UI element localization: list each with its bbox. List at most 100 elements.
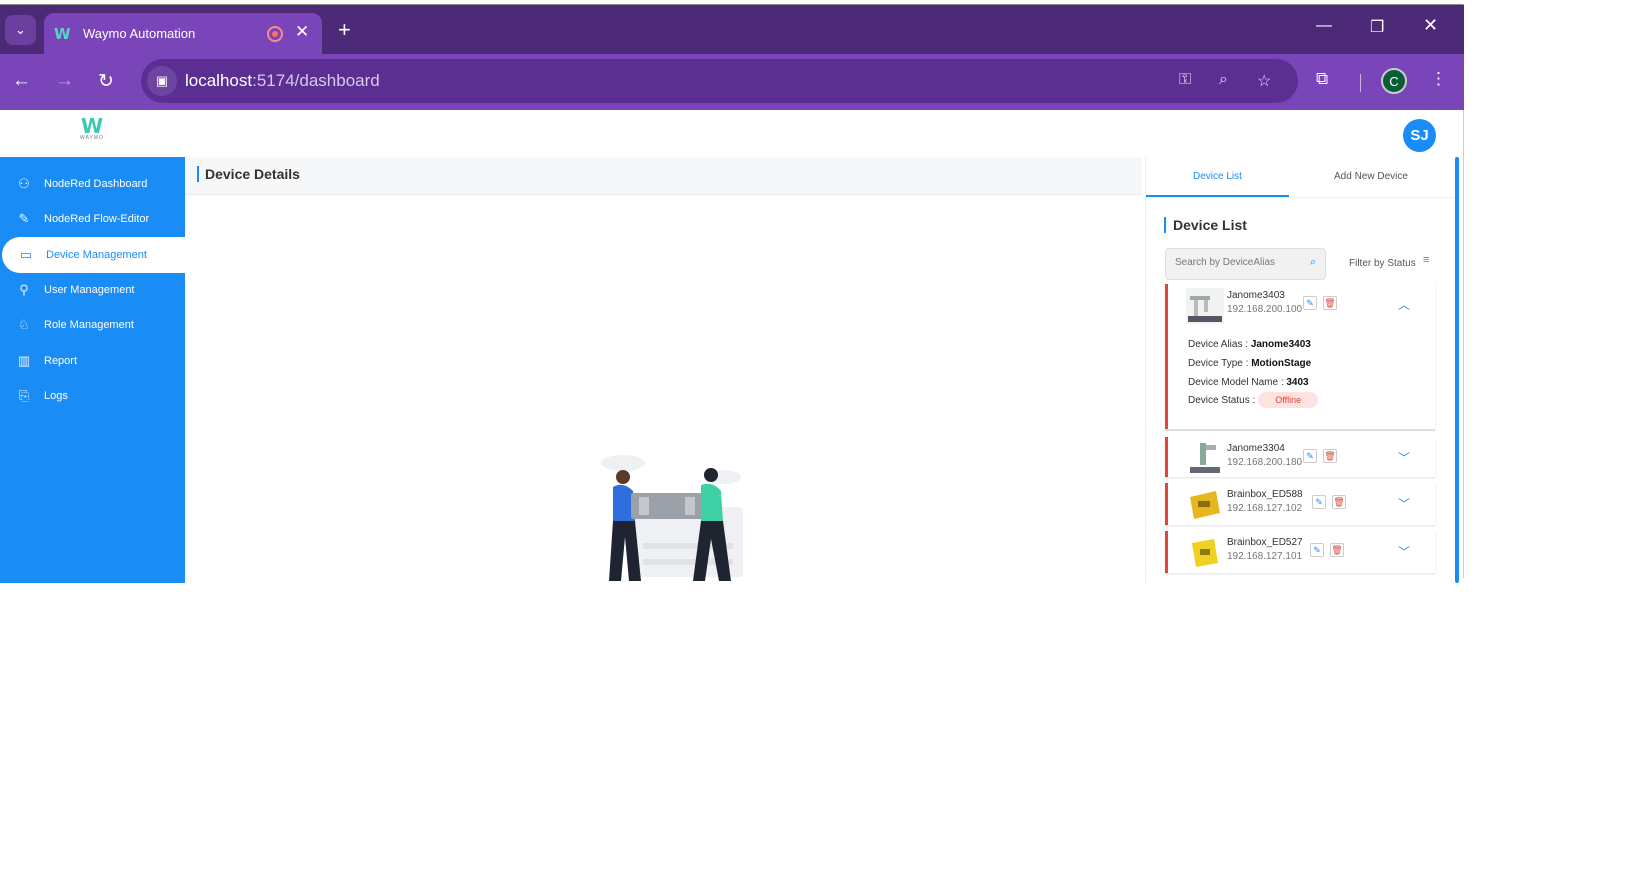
sitemap-icon: ⚇	[18, 176, 30, 191]
browser-window: ⌄ W Waymo Automation ✕ + — ❐ ✕ ← → ↻ ▣ l…	[0, 4, 1464, 583]
forward-icon[interactable]: →	[55, 70, 74, 92]
sidebar-item-label: User Management	[44, 284, 135, 296]
bookmark-star-icon[interactable]: ☆	[1257, 71, 1271, 91]
sidebar-item-user-management[interactable]: ⚲ User Management	[0, 272, 185, 308]
reload-icon[interactable]: ↻	[98, 70, 114, 93]
device-type-row: Device Type : MotionStage	[1188, 358, 1312, 369]
window-close-icon[interactable]: ✕	[1423, 15, 1438, 36]
chevron-down-icon[interactable]: ﹀	[1398, 543, 1410, 560]
scrollbar[interactable]	[1455, 157, 1459, 583]
user-avatar[interactable]: SJ	[1403, 119, 1436, 152]
sidebar-item-label: Logs	[44, 390, 68, 402]
waymo-logo-icon: W	[80, 114, 104, 138]
edit-icon[interactable]: ✎	[1303, 296, 1317, 310]
device-item[interactable]: Janome3403 192.168.200.100 ✎ 🗑 ︿ Device …	[1165, 284, 1435, 429]
device-model-row: Device Model Name : 3403	[1188, 377, 1309, 388]
chevron-down-icon[interactable]: ﹀	[1398, 495, 1410, 512]
sidebar-item-nodered-dashboard[interactable]: ⚇ NodeRed Dashboard	[0, 166, 185, 202]
tab-bar: ⌄ W Waymo Automation ✕ + — ❐ ✕	[0, 5, 1464, 54]
sidebar-item-report[interactable]: ▥ Report	[0, 343, 185, 379]
panel-tabs: Device List Add New Device	[1146, 157, 1454, 198]
new-tab-button[interactable]: +	[338, 17, 351, 43]
device-item[interactable]: Brainbox_ED527 192.168.127.101 ✎ 🗑 ﹀	[1165, 531, 1435, 573]
profile-avatar[interactable]: C	[1381, 68, 1407, 94]
device-thumbnail	[1190, 491, 1220, 519]
device-details-panel: Device Details	[185, 157, 1142, 583]
active-tab-indicator	[1146, 195, 1289, 197]
sidebar-item-label: Report	[44, 355, 78, 367]
device-name: Brainbox_ED527	[1227, 537, 1303, 548]
delete-icon[interactable]: 🗑	[1323, 449, 1337, 463]
sidebar-item-label: NodeRed Dashboard	[44, 178, 148, 190]
device-ip: 192.168.127.102	[1227, 503, 1303, 514]
device-search[interactable]: ⌕	[1165, 248, 1326, 280]
filter-icon[interactable]: ≡	[1423, 254, 1429, 266]
sidebar-item-label: Device Management	[46, 249, 147, 261]
search-input[interactable]	[1175, 257, 1305, 268]
site-info-icon[interactable]: ▣	[147, 66, 177, 96]
zoom-icon[interactable]: ⌕	[1219, 71, 1228, 89]
chevron-down-icon[interactable]: ﹀	[1398, 449, 1410, 466]
monitor-icon: ▭	[19, 247, 33, 262]
back-icon[interactable]: ←	[12, 70, 31, 92]
chevron-up-icon[interactable]: ︿	[1398, 296, 1410, 313]
sidebar-item-logs[interactable]: ⎘ Logs	[0, 378, 185, 414]
device-item[interactable]: Brainbox_ED588 192.168.127.102 ✎ 🗑 ﹀	[1165, 483, 1435, 525]
edit-icon[interactable]: ✎	[1312, 495, 1326, 509]
status-badge: Offline	[1258, 392, 1319, 408]
device-ip: 192.168.200.180	[1227, 457, 1303, 468]
sidebar-item-label: Role Management	[44, 319, 134, 331]
user-manage-icon: ⚲	[19, 282, 29, 297]
device-thumbnail	[1186, 288, 1224, 324]
tab-close-icon[interactable]: ✕	[295, 22, 309, 42]
sidebar-item-role-management[interactable]: ♘ Role Management	[0, 307, 185, 343]
restore-icon[interactable]: ❐	[1370, 17, 1384, 37]
flow-edit-icon: ✎	[18, 211, 30, 226]
browser-toolbar: ← → ↻ ▣ localhost:5174/dashboard ⚿ ⌕ ☆ ⧉…	[0, 54, 1464, 110]
device-item[interactable]: Janome3304 192.168.200.180 ✎ 🗑 ﹀	[1165, 437, 1435, 477]
browser-tab[interactable]: W Waymo Automation ✕	[44, 13, 322, 54]
device-name: Janome3304	[1227, 443, 1285, 454]
password-key-icon[interactable]: ⚿	[1179, 71, 1191, 89]
chart-icon: ▥	[17, 353, 31, 368]
divider	[1165, 429, 1435, 431]
url-text[interactable]: localhost:5174/dashboard	[185, 71, 380, 91]
sidebar: ⚇ NodeRed Dashboard ✎ NodeRed Flow-Edito…	[0, 157, 187, 583]
edit-icon[interactable]: ✎	[1303, 449, 1317, 463]
role-icon: ♘	[18, 317, 30, 332]
page-title: Device Details	[197, 166, 300, 182]
sidebar-item-nodered-flow-editor[interactable]: ✎ NodeRed Flow-Editor	[0, 201, 185, 237]
delete-icon[interactable]: 🗑	[1323, 296, 1337, 310]
tab-add-new-device[interactable]: Add New Device	[1334, 171, 1408, 182]
sidebar-item-label: NodeRed Flow-Editor	[44, 213, 150, 225]
sidebar-item-device-management[interactable]: ▭ Device Management	[2, 237, 187, 273]
device-status-row: Device Status : Offline	[1188, 392, 1319, 408]
delete-icon[interactable]: 🗑	[1330, 543, 1344, 557]
logs-icon: ⎘	[18, 388, 30, 403]
edit-icon[interactable]: ✎	[1310, 543, 1324, 557]
waymo-logo[interactable]: W WAYMO	[78, 114, 106, 141]
extensions-icon[interactable]: ⧉	[1316, 69, 1328, 89]
details-header: Device Details	[185, 157, 1142, 195]
tab-device-list[interactable]: Device List	[1193, 171, 1242, 182]
search-icon[interactable]: ⌕	[1310, 256, 1316, 269]
address-bar[interactable]: ▣ localhost:5174/dashboard ⚿ ⌕ ☆	[141, 59, 1298, 103]
waymo-favicon-icon: W	[54, 25, 71, 43]
app-root: W WAYMO SJ ⚇ NodeRed Dashboard ✎ NodeRed…	[0, 111, 1463, 583]
device-list-panel: Device List Add New Device Device List ⌕…	[1145, 157, 1454, 583]
filter-by-status[interactable]: Filter by Status	[1349, 258, 1416, 269]
tab-title: Waymo Automation	[83, 26, 196, 41]
browser-menu-icon[interactable]: ⋮	[1430, 69, 1447, 89]
device-name: Brainbox_ED588	[1227, 489, 1303, 500]
app-header: W WAYMO SJ	[0, 111, 1463, 157]
device-alias-row: Device Alias : Janome3403	[1188, 339, 1311, 350]
device-name: Janome3403	[1227, 290, 1285, 301]
toolbar-divider	[1360, 74, 1361, 92]
empty-state-illustration	[583, 447, 753, 583]
tab-search-dropdown-icon[interactable]: ⌄	[5, 15, 36, 45]
device-thumbnail	[1192, 539, 1218, 567]
minimize-icon[interactable]: —	[1316, 17, 1332, 35]
device-ip: 192.168.200.100	[1227, 304, 1303, 315]
device-ip: 192.168.127.101	[1227, 551, 1303, 562]
delete-icon[interactable]: 🗑	[1332, 495, 1346, 509]
